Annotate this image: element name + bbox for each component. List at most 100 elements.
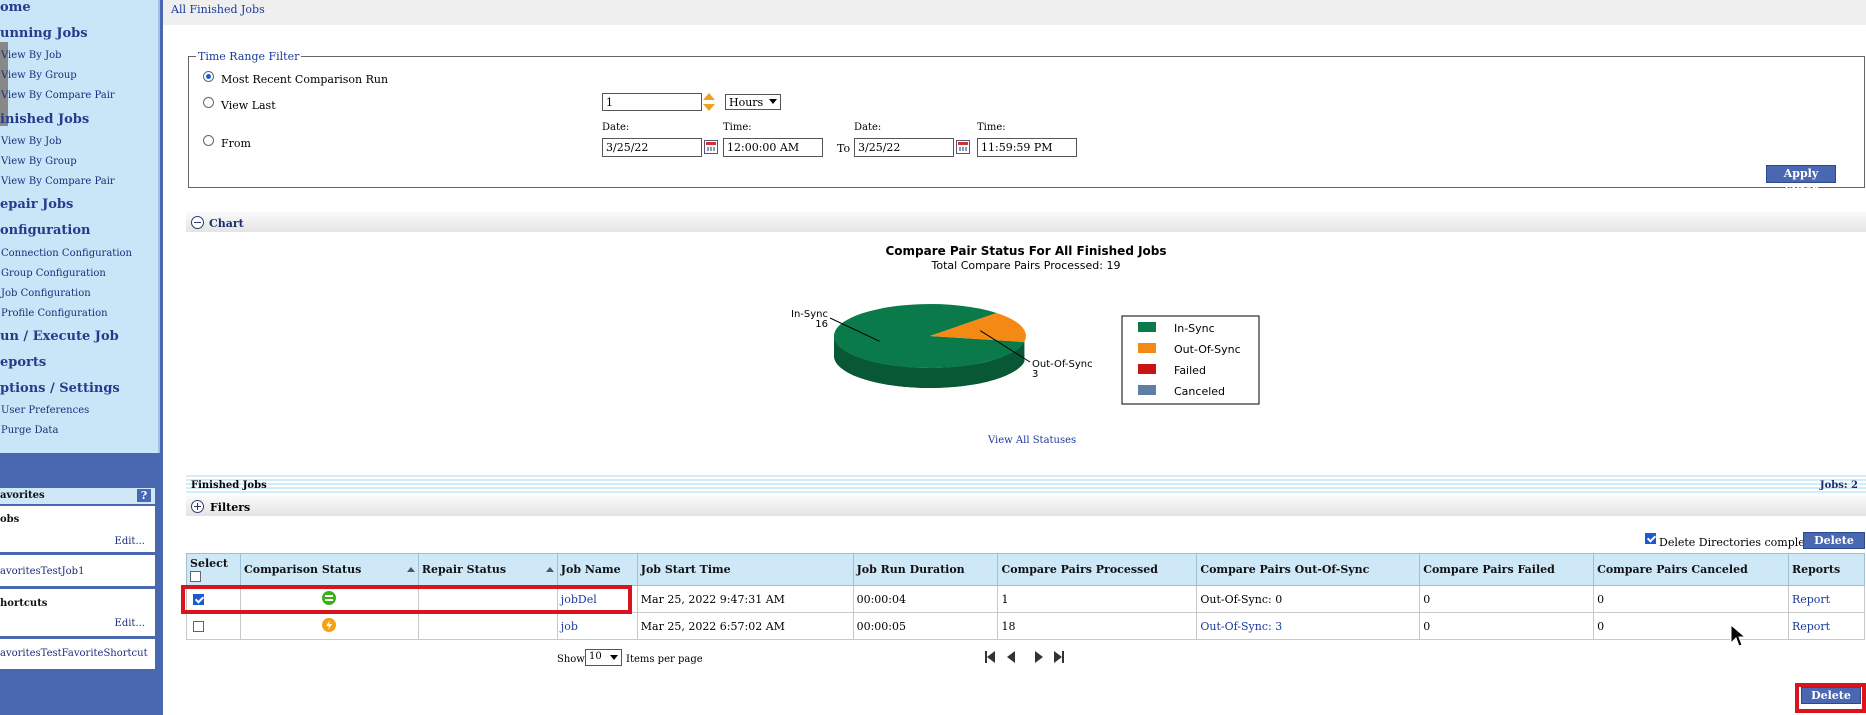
chevron-down-icon — [610, 655, 618, 660]
radio-from[interactable] — [203, 135, 214, 146]
view-last-input[interactable]: 1 — [602, 93, 702, 111]
nav-reports[interactable]: eports — [0, 355, 46, 370]
col-pairs-processed[interactable]: Compare Pairs Processed — [997, 553, 1198, 586]
to-time-input[interactable]: 11:59:59 PM — [977, 138, 1077, 157]
table-row: job Mar 25, 2022 6:57:02 AM 00:00:05 18 … — [186, 612, 1866, 640]
legend-label: Canceled — [1174, 385, 1225, 398]
apply-filter-button[interactable]: Apply Filter — [1766, 165, 1836, 196]
last-page-icon[interactable] — [1054, 651, 1064, 663]
favorites-jobs-edit-link[interactable]: Edit... — [115, 536, 145, 547]
chart-section-label[interactable]: Chart — [209, 217, 244, 230]
nav-job-config[interactable]: Job Configuration — [1, 288, 91, 299]
chevron-down-icon — [769, 99, 777, 104]
first-page-icon[interactable] — [985, 651, 995, 663]
job-name-link[interactable]: job — [561, 620, 578, 633]
nav-running-jobs[interactable]: unning Jobs — [0, 26, 88, 41]
row-select-cell — [186, 612, 241, 640]
nav-profile-config[interactable]: Profile Configuration — [1, 308, 108, 319]
favorites-jobs-box: obs Edit... — [0, 506, 155, 552]
next-page-icon[interactable] — [1035, 651, 1043, 663]
finished-jobs-header: Finished Jobs Jobs: 2 — [186, 475, 1866, 493]
to-label: To — [837, 142, 851, 155]
favorite-job-link[interactable]: avoritesTestJob1 — [0, 566, 84, 577]
expand-icon[interactable] — [191, 500, 204, 513]
row-select-cell — [186, 585, 241, 613]
col-repair-status[interactable]: Repair Status — [417, 553, 558, 586]
from-time-input[interactable]: 12:00:00 AM — [723, 138, 823, 157]
nav-repair-jobs[interactable]: epair Jobs — [0, 197, 73, 212]
col-select: Select — [186, 553, 241, 586]
items-per-page-select[interactable]: 10 — [585, 649, 622, 666]
legend-label: In-Sync — [1174, 322, 1215, 335]
radio-view-last[interactable] — [203, 97, 214, 108]
collapse-icon[interactable] — [191, 216, 204, 229]
filters-label[interactable]: Filters — [210, 501, 250, 514]
pairs-failed-cell: 0 — [1419, 612, 1595, 640]
items-per-page-value: 10 — [589, 651, 602, 662]
nav-finished-view-by-pair[interactable]: View By Compare Pair — [1, 176, 115, 187]
col-job-run-duration[interactable]: Job Run Duration — [852, 553, 999, 586]
report-link[interactable]: Report — [1792, 593, 1830, 606]
legend-swatch — [1138, 385, 1156, 395]
col-job-start-time[interactable]: Job Start Time — [636, 553, 854, 586]
job-name-link[interactable]: jobDel — [561, 593, 597, 606]
label-view-last: View Last — [221, 99, 276, 112]
row-checkbox[interactable] — [193, 621, 204, 632]
chart-area: Compare Pair Status For All Finished Job… — [186, 232, 1866, 456]
calendar-icon[interactable] — [704, 140, 718, 154]
nav-connection-config[interactable]: Connection Configuration — [1, 248, 132, 259]
col-job-name[interactable]: Job Name — [556, 553, 638, 586]
favorites-job-item: avoritesTestJob1 — [0, 555, 155, 586]
prev-page-icon[interactable] — [1007, 651, 1015, 663]
nav-running-view-by-group[interactable]: View By Group — [1, 70, 77, 81]
select-all-checkbox[interactable] — [190, 571, 201, 582]
col-pairs-out-of-sync[interactable]: Compare Pairs Out-Of-Sync — [1196, 553, 1421, 586]
favorite-shortcut-link[interactable]: avoritesTestFavoriteShortcut — [0, 648, 148, 659]
nav-purge-data[interactable]: Purge Data — [1, 425, 58, 436]
report-link[interactable]: Report — [1792, 620, 1830, 633]
from-date-label: Date: — [602, 122, 630, 133]
nav-finished-view-by-group[interactable]: View By Group — [1, 156, 77, 167]
jobs-table: Select Comparison Status Repair Status J… — [186, 553, 1866, 640]
from-date-input[interactable]: 3/25/22 — [602, 138, 702, 157]
view-all-statuses-link[interactable]: View All Statuses — [988, 435, 1076, 446]
delete-directories-checkbox[interactable] — [1645, 533, 1656, 544]
nav-run-execute-job[interactable]: un / Execute Job — [0, 329, 119, 344]
from-time-label: Time: — [723, 122, 752, 133]
view-last-unit-select[interactable]: Hours — [725, 94, 781, 110]
nav-finished-jobs[interactable]: inished Jobs — [0, 112, 89, 127]
row-checkbox[interactable] — [193, 594, 204, 605]
out-of-sync-link[interactable]: Out-Of-Sync: 3 — [1200, 620, 1282, 633]
delete-button-top[interactable]: Delete — [1803, 532, 1865, 549]
help-icon[interactable]: ? — [137, 489, 151, 502]
nav-finished-view-by-job[interactable]: View By Job — [1, 136, 62, 147]
col-pairs-failed[interactable]: Compare Pairs Failed — [1419, 553, 1595, 586]
delete-button-bottom[interactable]: Delete — [1801, 687, 1861, 704]
nav-configuration[interactable]: onfiguration — [0, 223, 90, 238]
view-last-stepper[interactable] — [703, 92, 715, 112]
nav-group-config[interactable]: Group Configuration — [1, 268, 106, 279]
favorites-shortcuts-edit-link[interactable]: Edit... — [115, 618, 145, 629]
mouse-cursor-icon — [1730, 624, 1746, 647]
radio-most-recent[interactable] — [203, 71, 214, 82]
breadcrumb[interactable]: All Finished Jobs — [171, 3, 265, 16]
favorites-shortcut-item: avoritesTestFavoriteShortcut — [0, 639, 155, 669]
legend-swatch — [1138, 343, 1156, 353]
nav-running-view-by-pair[interactable]: View By Compare Pair — [1, 90, 115, 101]
report-cell: Report — [1787, 612, 1866, 640]
nav-user-preferences[interactable]: User Preferences — [1, 405, 89, 416]
left-pane: ome unning Jobs View By Job View By Grou… — [0, 0, 163, 715]
sort-asc-icon[interactable] — [545, 567, 554, 572]
to-date-input[interactable]: 3/25/22 — [854, 138, 954, 157]
job-name-cell: job — [556, 612, 638, 640]
pie-value-label: 16 — [815, 319, 828, 330]
nav-running-view-by-job[interactable]: View By Job — [1, 50, 62, 61]
repair-status-cell — [417, 585, 558, 613]
nav-options-settings[interactable]: ptions / Settings — [0, 381, 120, 396]
calendar-icon[interactable] — [956, 140, 970, 154]
nav-home[interactable]: ome — [0, 0, 31, 15]
legend-swatch — [1138, 322, 1156, 332]
col-pairs-canceled[interactable]: Compare Pairs Canceled — [1593, 553, 1789, 586]
col-comparison-status[interactable]: Comparison Status — [239, 553, 419, 586]
sort-asc-icon[interactable] — [406, 567, 415, 572]
